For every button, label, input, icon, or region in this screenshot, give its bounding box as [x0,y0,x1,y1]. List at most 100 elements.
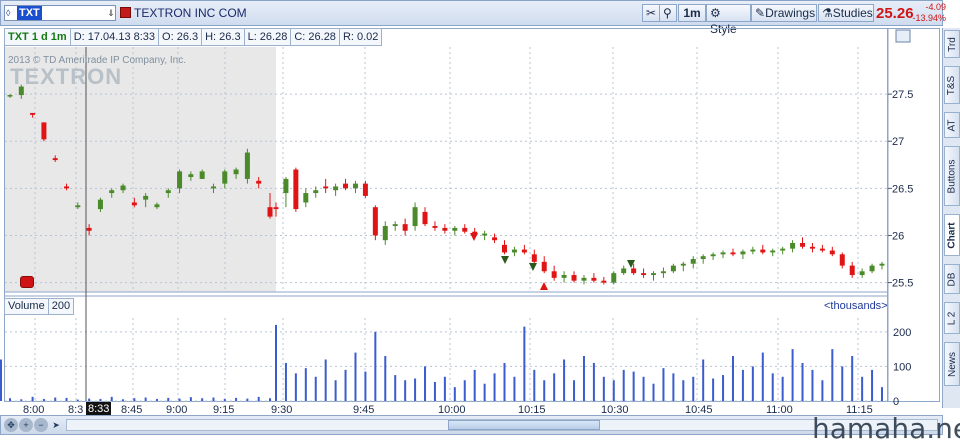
side-tab-ts[interactable]: T&S [944,66,960,104]
series-label[interactable]: TXT 1 d 1m [4,28,71,46]
side-tab-news[interactable]: News [944,342,960,386]
volume-units: <thousands> [824,300,888,312]
volume-bar [553,373,556,401]
volume-bar [201,398,204,401]
candle-body [283,178,289,194]
candle-body [402,224,408,231]
side-tab-chart[interactable]: Chart [944,214,960,256]
candle-body [790,243,796,249]
candle-body [210,186,216,189]
volume-bar [314,376,317,401]
volume-label[interactable]: Volume [4,298,49,315]
pan-icon[interactable]: ✥ [4,418,18,432]
candle-body [199,171,205,179]
side-tab-at[interactable]: AT [944,112,960,138]
volume-bar [781,376,784,401]
volume-bar [433,381,436,401]
volume-bar [384,356,387,401]
candle-body [641,273,647,276]
volume-bar [642,376,645,401]
candle-body [392,224,398,227]
candle-body [177,171,183,189]
volume-bar [602,376,605,401]
price-tick-label: 25.5 [892,278,913,290]
candle-body [41,122,47,140]
candle-body [30,112,36,115]
volume-bar [533,369,536,401]
volume-bar [144,397,147,401]
volume-bar [99,398,102,401]
volume-bar [612,380,615,401]
volume-bar [473,369,476,401]
candle-body [452,227,458,231]
candle-body [273,207,279,210]
candle-body [740,251,746,255]
side-tab-trd[interactable]: Trd [944,30,960,58]
candle-body [442,227,448,231]
chart-settings-icon [895,29,911,43]
candle-body [52,158,58,161]
volume-bar [582,356,585,401]
volume-bar [424,366,427,401]
candle-body [829,250,835,255]
volume-bar [622,369,625,401]
volume-tick-label: 200 [893,327,911,339]
volume-bar [692,376,695,401]
candle-body [154,204,160,208]
candle-body [244,152,250,179]
side-tabs: Trd T&S AT Buttons Chart DB L 2 News [942,28,960,408]
candle-body [621,268,627,274]
candle-body [690,259,696,264]
volume-bar [443,376,446,401]
side-tab-label: Buttons [946,159,958,193]
volume-bar [523,326,526,401]
candle-body [222,171,228,184]
volume-bar [851,356,854,401]
site-watermark: hamaha.net [812,412,960,441]
side-tab-buttons[interactable]: Buttons [944,146,960,206]
candle-body [551,271,557,278]
zoom-out-icon[interactable]: − [34,418,48,432]
ohlc-info-bar: TXT 1 d 1m D: 17.04.13 8:33 O: 26.3 H: 2… [4,28,383,46]
volume-bar [294,373,297,401]
zoom-in-icon[interactable]: + [19,418,33,432]
volume-bar [463,380,466,401]
candle-body [770,250,776,253]
volume-bar [334,380,337,401]
candle-body [670,265,676,272]
candle-body [611,273,617,283]
candle-body [422,211,428,225]
candle-body [165,190,171,194]
info-low: L: 26.28 [243,28,292,46]
candle-body [651,273,657,276]
side-tab-db[interactable]: DB [944,264,960,294]
candle-body [432,226,438,228]
candle-body [7,95,13,97]
side-tab-label: DB [946,272,958,286]
snapshot-icon[interactable] [20,276,34,288]
volume-bar [354,352,357,401]
side-tab-l2[interactable]: L 2 [944,302,960,334]
volume-bar [751,366,754,401]
candle-body [64,186,70,189]
candle-body [333,186,339,191]
candle-body [323,186,329,189]
volume-bar [344,369,347,401]
cursor-icon[interactable]: ➤ [49,418,63,432]
volume-bar [0,380,2,401]
volume-bar [861,376,864,401]
candle-body [601,280,607,283]
candle-body [97,199,103,210]
side-tab-label: News [946,351,958,377]
volume-tick-label: 100 [893,361,911,373]
volume-bar [513,376,516,401]
candlestick-chart[interactable]: 25.5 26 26.5 27 27.5 0 100 200 [0,0,960,441]
candle-body [313,190,319,194]
candle-body [372,207,378,236]
signal-arrow-marker [501,256,509,264]
side-tab-label: Chart [946,221,958,249]
candle-body [343,183,349,189]
scrollbar-thumb[interactable] [448,420,600,430]
volume-bar [672,373,675,401]
side-tab-label: T&S [946,75,958,95]
